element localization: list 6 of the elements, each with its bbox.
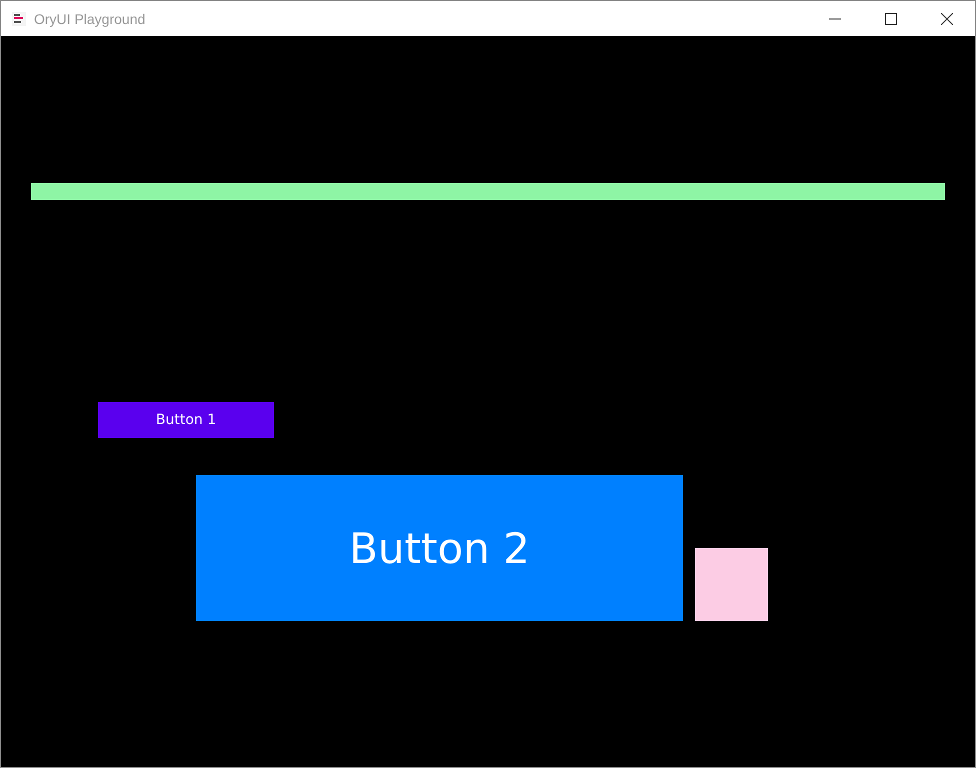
window-title: OryUI Playground <box>34 10 146 26</box>
close-icon[interactable] <box>941 12 953 24</box>
app-icon <box>11 10 27 26</box>
maximize-icon[interactable] <box>885 12 897 24</box>
button[interactable]: Button 2 <box>196 475 683 621</box>
button[interactable]: Button 1 <box>98 402 274 438</box>
